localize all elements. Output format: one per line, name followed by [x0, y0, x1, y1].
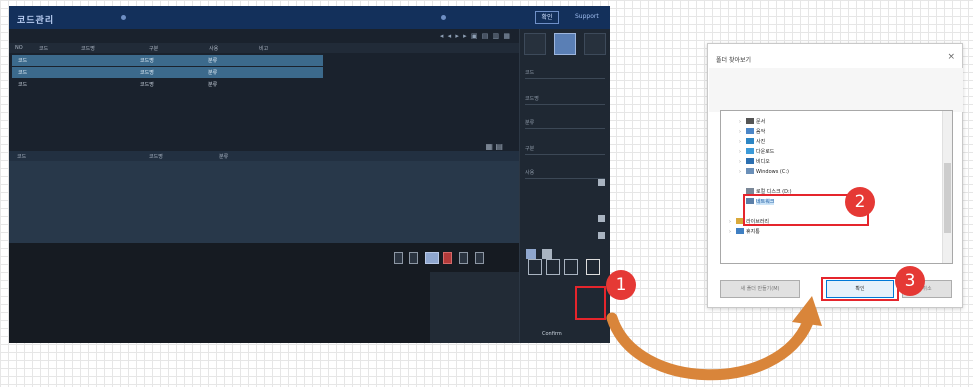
step-1-callout: 1: [606, 270, 636, 300]
flow-arrow-icon: [606, 296, 822, 381]
step-2-callout: 2: [845, 187, 875, 217]
step-3-callout: 3: [895, 266, 925, 296]
